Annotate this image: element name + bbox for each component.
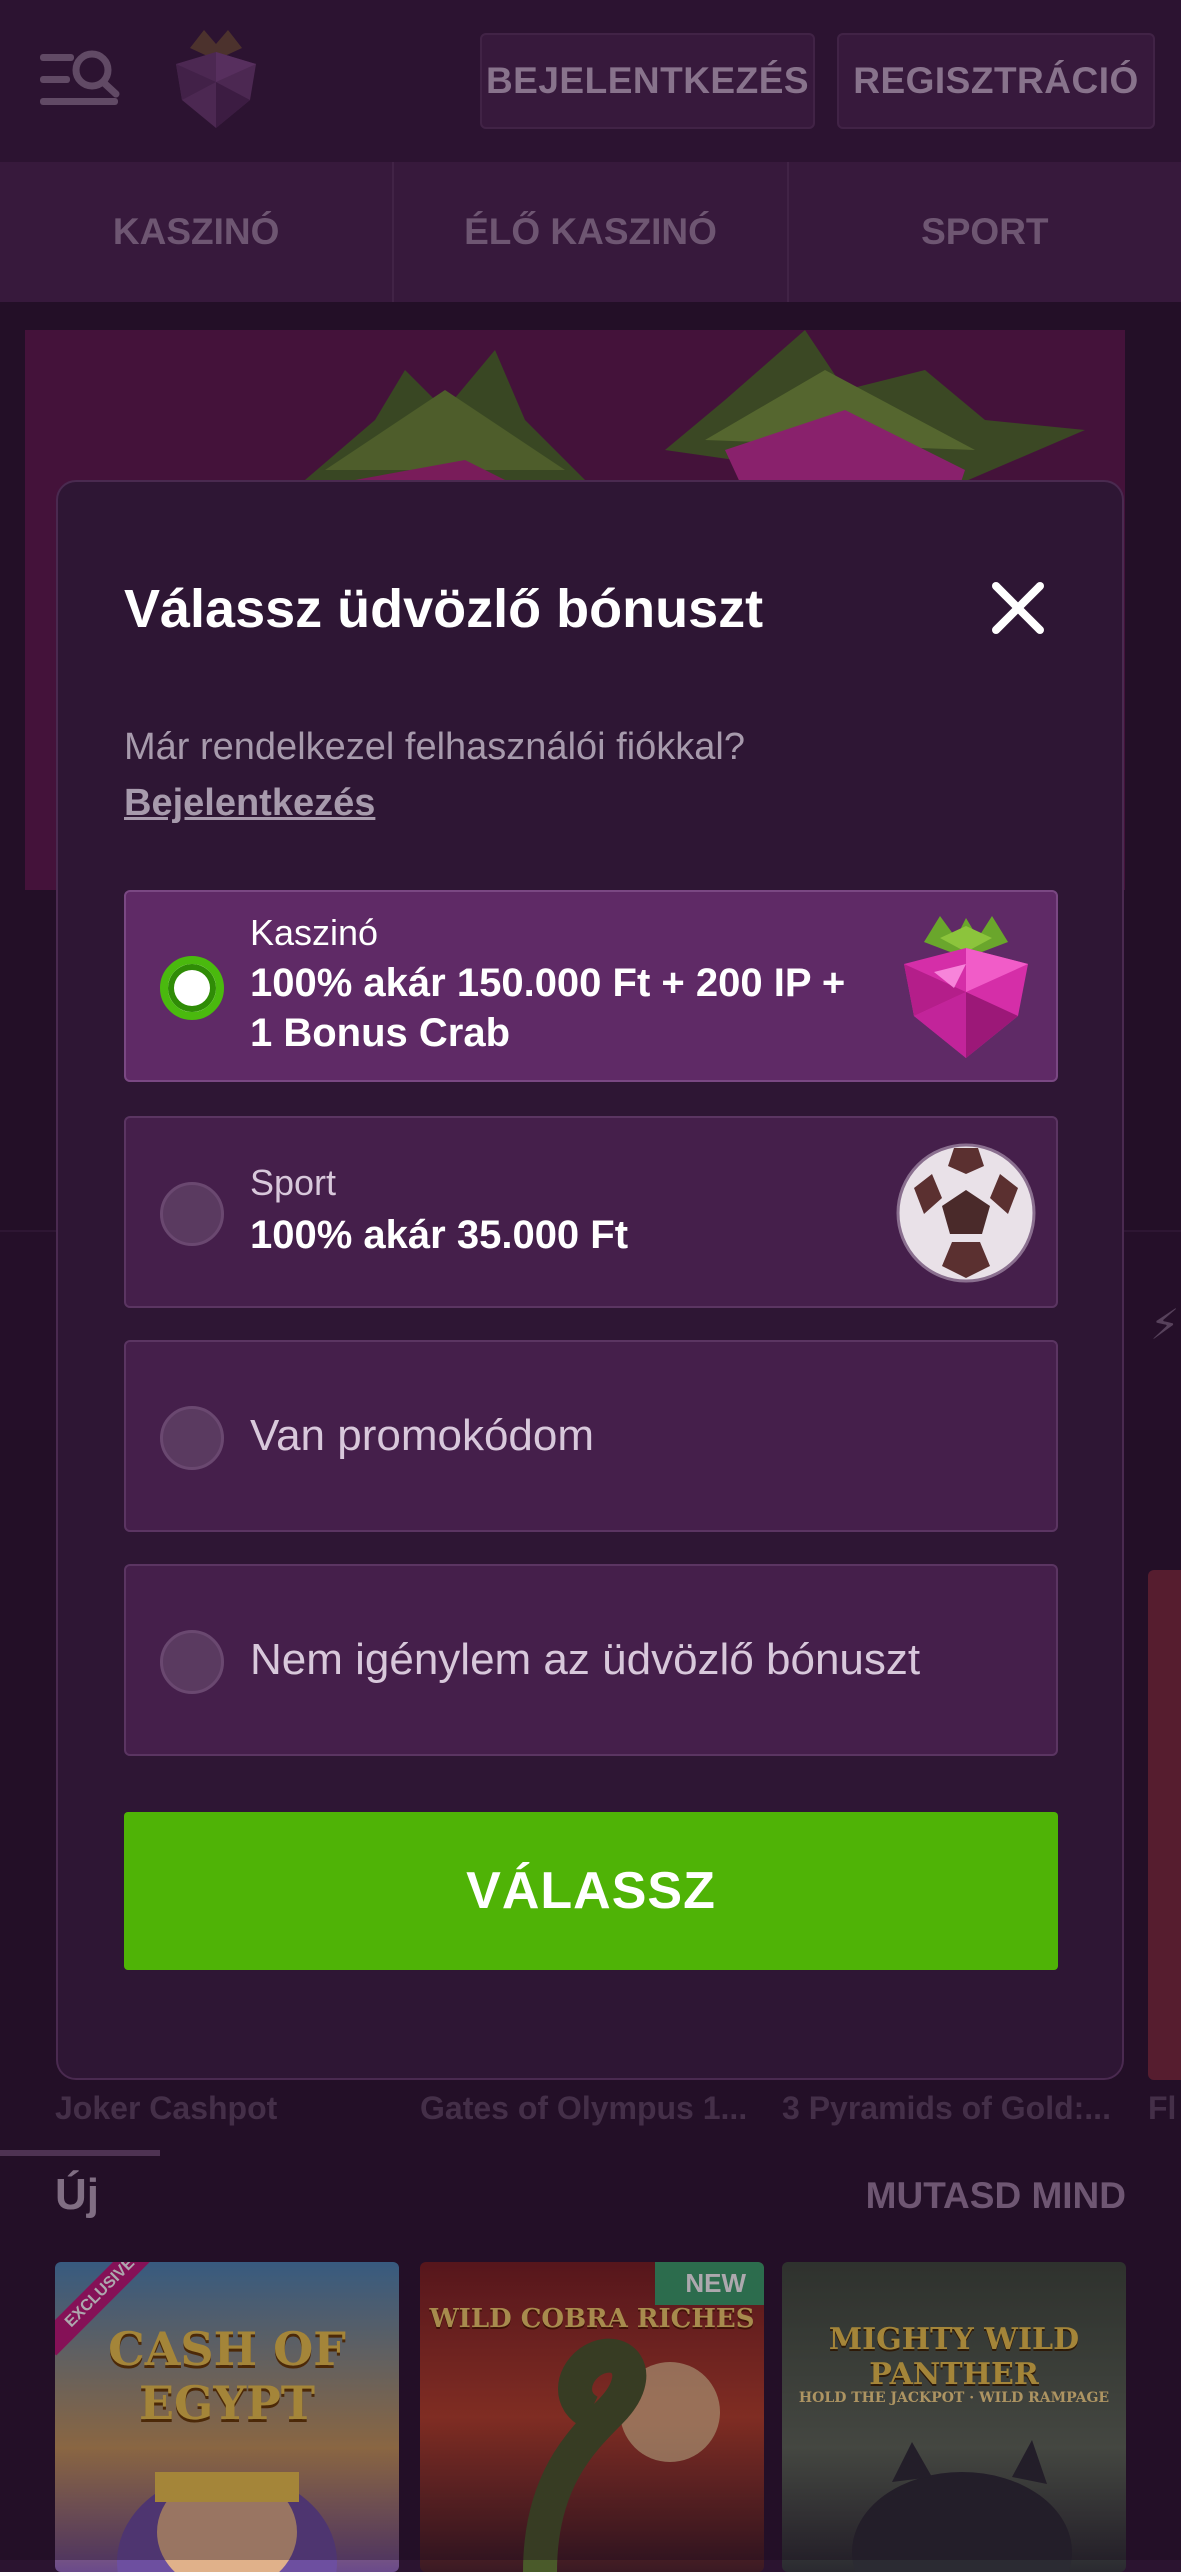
raspberry-icon bbox=[904, 916, 1028, 1058]
login-hint-text: Már rendelkezel felhasználói fiókkal? bbox=[124, 726, 745, 768]
choose-button[interactable]: VÁLASSZ bbox=[124, 1812, 1058, 1970]
option-label: Van promokódom bbox=[250, 1411, 595, 1460]
option-label: Kaszinó bbox=[250, 912, 379, 953]
bonus-option-promo-code[interactable]: Van promokódom bbox=[124, 1340, 1058, 1532]
bonus-option-casino[interactable]: Kaszinó 100% akár 150.000 Ft + 200 IP + … bbox=[124, 890, 1058, 1082]
radio-button[interactable] bbox=[160, 1630, 224, 1694]
radio-button-selected[interactable] bbox=[160, 956, 224, 1020]
radio-button[interactable] bbox=[160, 1182, 224, 1246]
option-label: Sport bbox=[250, 1162, 337, 1203]
option-label: Nem igénylem az üdvözlő bónuszt bbox=[250, 1635, 921, 1684]
radio-button[interactable] bbox=[160, 1406, 224, 1470]
bonus-option-no-bonus[interactable]: Nem igénylem az üdvözlő bónuszt bbox=[124, 1564, 1058, 1756]
option-value: 100% akár 35.000 Ft bbox=[250, 1213, 629, 1257]
close-icon[interactable] bbox=[988, 578, 1048, 638]
modal-title: Válassz üdvözlő bónuszt bbox=[124, 579, 764, 639]
bonus-option-sport[interactable]: Sport 100% akár 35.000 Ft bbox=[124, 1116, 1058, 1308]
login-link[interactable]: Bejelentkezés bbox=[124, 782, 375, 825]
football-icon bbox=[896, 1143, 1036, 1283]
option-value: 100% akár 150.000 Ft + 200 IP + 1 Bonus … bbox=[250, 961, 846, 1055]
welcome-bonus-modal: Válassz üdvözlő bónuszt Már rendelkezel … bbox=[56, 480, 1124, 2080]
